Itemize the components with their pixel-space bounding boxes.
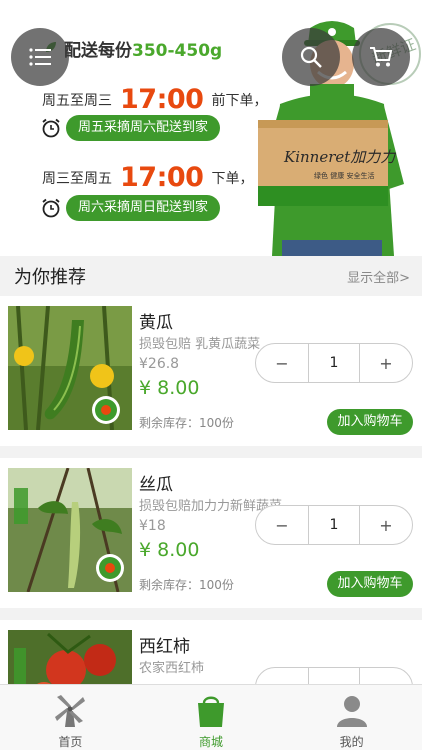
user-icon <box>336 696 367 727</box>
search-button[interactable] <box>282 28 340 86</box>
schedule-line-1: 周五至周三 17:00 前下单， <box>42 84 268 115</box>
cart-button[interactable] <box>352 28 410 86</box>
tab-home[interactable]: 首页 <box>0 685 141 750</box>
box-brand-text: Kinneret加力力 <box>283 148 396 166</box>
stock-text: 剩余库存：100份 <box>139 578 234 592</box>
tab-label: 我的 <box>339 735 364 749</box>
original-price: ¥26.8 <box>139 356 180 372</box>
product-name: 西红柿 <box>139 637 190 657</box>
decrement-button[interactable]: − <box>256 344 308 382</box>
sale-price: ¥ 8.00 <box>139 539 200 561</box>
show-all-link[interactable]: 显示全部> <box>347 267 410 286</box>
product-card[interactable]: 丝瓜 损毁包赔加力力新鲜蔬菜 ¥18 ¥ 8.00 − 1 + 剩余库存：100… <box>0 458 422 608</box>
menu-icon <box>29 48 51 66</box>
add-to-cart-button[interactable]: 加入购物车 <box>327 409 413 435</box>
increment-button[interactable]: + <box>360 344 412 382</box>
product-name: 黄瓜 <box>139 313 173 333</box>
cart-icon <box>370 47 393 67</box>
quantity-value[interactable]: 1 <box>308 506 360 544</box>
menu-button[interactable] <box>11 28 69 86</box>
tab-label: 首页 <box>58 735 83 749</box>
tab-profile[interactable]: 我的 <box>281 685 422 750</box>
quantity-value[interactable]: 1 <box>308 344 360 382</box>
shopping-bag-icon <box>198 696 224 727</box>
quantity-stepper: − 1 + <box>255 505 413 545</box>
product-image-cucumber <box>8 306 132 430</box>
product-card[interactable]: 黄瓜 损毁包赔 乳黄瓜蔬菜 ¥26.8 ¥ 8.00 − 1 + 剩余库存：10… <box>0 296 422 446</box>
decrement-button[interactable]: − <box>256 506 308 544</box>
tab-shop[interactable]: 商城 <box>141 685 282 750</box>
recommend-header: 为你推荐 显示全部> <box>0 256 422 296</box>
recommend-title: 为你推荐 <box>14 267 86 288</box>
original-price: ¥18 <box>139 518 166 534</box>
tab-label: 商城 <box>199 735 224 749</box>
schedule-line-2: 周三至周五 17:00 下单， <box>42 162 254 193</box>
increment-button[interactable]: + <box>360 506 412 544</box>
windmill-icon <box>55 695 86 727</box>
delivery-pill-1: 周五采摘周六配送到家 <box>66 115 221 141</box>
delivery-pill-2: 周六采摘周日配送到家 <box>66 195 221 221</box>
product-desc: 农家西红柿 <box>139 661 205 676</box>
product-desc: 损毁包赔 乳黄瓜蔬菜 <box>139 337 261 352</box>
quantity-stepper: − 1 + <box>255 343 413 383</box>
banner-title: 配送每份350-450g <box>64 41 223 61</box>
sale-price: ¥ 8.00 <box>139 377 200 399</box>
product-image-loofah <box>8 468 132 592</box>
bottom-tab-bar: 首页 商城 我的 <box>0 684 422 750</box>
add-to-cart-button[interactable]: 加入购物车 <box>327 571 413 597</box>
search-icon <box>300 46 322 68</box>
alarm-clock-icon <box>42 118 60 138</box>
app-screen: 配送每份350-450g 周五至周三 17:00 前下单， 周五采摘周六配送到家… <box>0 0 422 750</box>
promo-banner[interactable]: 配送每份350-450g 周五至周三 17:00 前下单， 周五采摘周六配送到家… <box>0 0 422 256</box>
stock-text: 剩余库存：100份 <box>139 416 234 430</box>
product-name: 丝瓜 <box>139 475 173 495</box>
box-slogan-text: 绿色 健康 安全生活 <box>314 171 374 180</box>
alarm-clock-icon <box>42 198 60 218</box>
